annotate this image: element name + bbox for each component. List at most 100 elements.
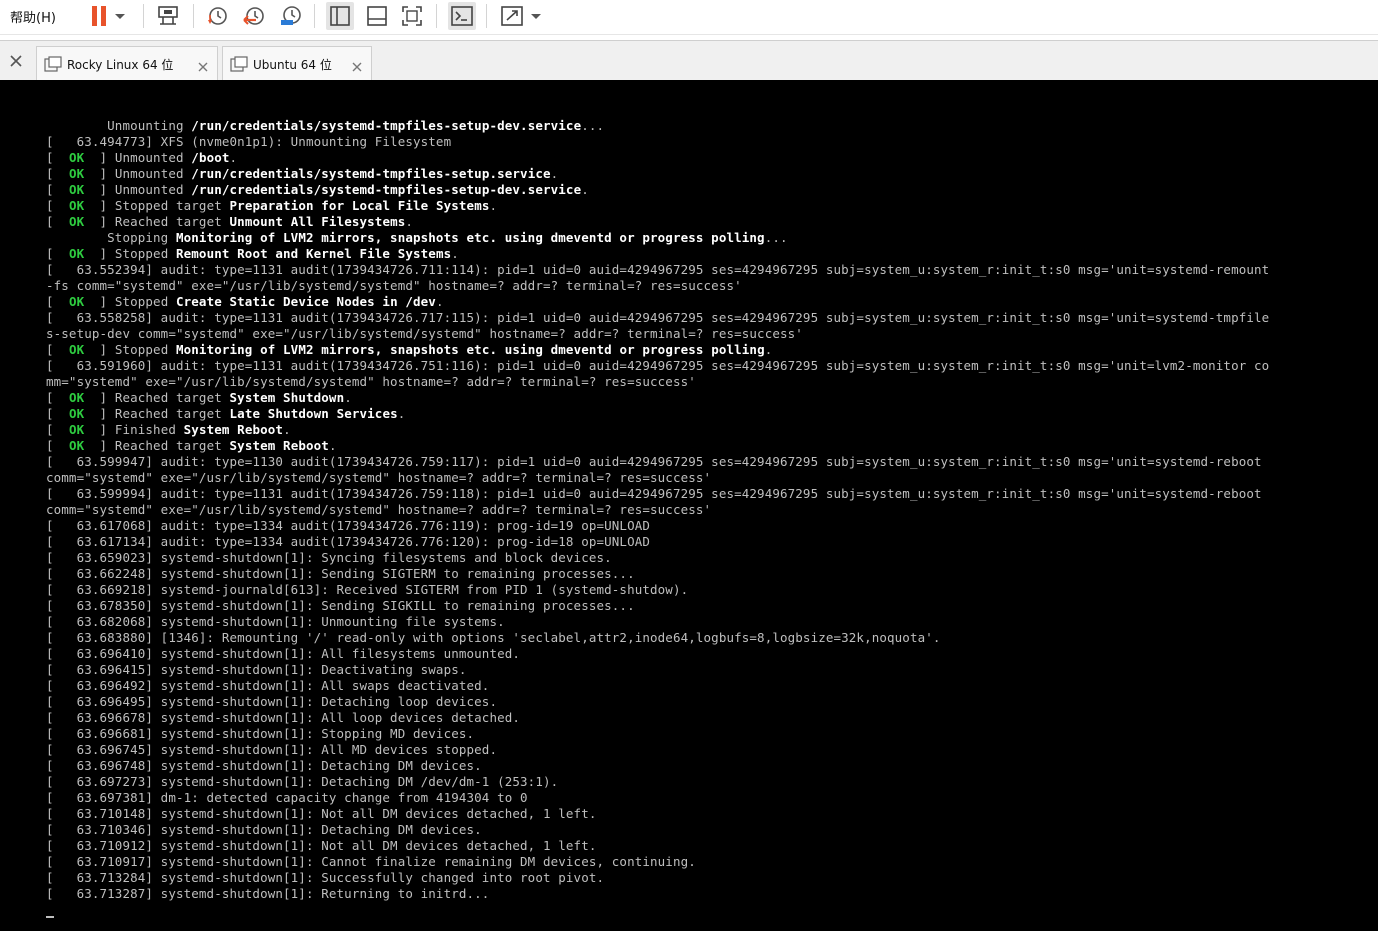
console-line: [ OK ] Stopped Remount Root and Kernel F… xyxy=(46,246,459,261)
vm-tabbar: Rocky Linux 64 位 Ubuntu 64 位 xyxy=(0,40,1378,81)
console-line: [ 63.617068] audit: type=1334 audit(1739… xyxy=(46,518,1269,534)
console-text: Stopped xyxy=(107,246,176,261)
console-text: [ 63.683880] [1346]: Remounting '/' read… xyxy=(46,630,941,645)
ok-status: OK xyxy=(53,342,100,357)
console-line: [ 63.710148] systemd-shutdown[1]: Not al… xyxy=(46,806,1269,822)
console-text: Stopped xyxy=(107,294,176,309)
ok-status: OK xyxy=(53,246,100,261)
console-highlight: /run/credentials/systemd-tmpfiles-setup.… xyxy=(191,166,551,181)
ok-status: OK xyxy=(53,438,100,453)
console-text: . xyxy=(451,246,459,261)
console-text: [ 63.696495] systemd-shutdown[1]: Detach… xyxy=(46,694,498,709)
console-text: Stopped xyxy=(107,342,176,357)
fullscreen-icon[interactable] xyxy=(398,2,426,30)
console-text: Unmounting xyxy=(46,118,192,133)
console-text: [ 63.697273] systemd-shutdown[1]: Detach… xyxy=(46,774,559,789)
tab-label: Ubuntu 64 位 xyxy=(253,58,332,72)
console-line: [ 63.662248] systemd-shutdown[1]: Sendin… xyxy=(46,566,1269,582)
console-text: . xyxy=(397,406,406,421)
console-line: mm="systemd" exe="/usr/lib/systemd/syste… xyxy=(46,374,1269,390)
console-line: [ OK ] Unmounted /run/credentials/system… xyxy=(46,182,589,197)
console-line: [ 63.710912] systemd-shutdown[1]: Not al… xyxy=(46,838,1269,854)
console-text: [ 63.697381] dm-1: detected capacity cha… xyxy=(46,790,528,805)
console-line: [ OK ] Unmounted /boot. xyxy=(46,150,238,165)
console-text: [ 63.678350] systemd-shutdown[1]: Sendin… xyxy=(46,598,635,613)
console-line: [ 63.678350] systemd-shutdown[1]: Sendin… xyxy=(46,598,1269,614)
console-line: [ 63.494773] XFS (nvme0n1p1): Unmounting… xyxy=(46,134,1269,150)
vm-toolbar: 帮助(H) xyxy=(0,0,1378,35)
console-line: [ 63.599994] audit: type=1131 audit(1739… xyxy=(46,486,1269,502)
console-text: s-setup-dev comm="systemd" exe="/usr/lib… xyxy=(46,326,803,341)
console-text: [ 63.696492] systemd-shutdown[1]: All sw… xyxy=(46,678,490,693)
tab-ubuntu[interactable]: Ubuntu 64 位 xyxy=(222,46,372,81)
console-text: [ 63.599947] audit: type=1130 audit(1739… xyxy=(46,454,1262,469)
console-text: . xyxy=(229,150,238,165)
hide-tabs-icon[interactable] xyxy=(363,2,391,30)
console-line: comm="systemd" exe="/usr/lib/systemd/sys… xyxy=(46,502,1269,518)
console-text: Reached target xyxy=(107,438,230,453)
text-cursor xyxy=(46,916,54,918)
snapshot-icon[interactable] xyxy=(203,2,231,30)
console-text: [ 63.558258] audit: type=1131 audit(1739… xyxy=(46,310,1270,325)
dropdown-arrow-icon[interactable] xyxy=(112,2,128,30)
console-text: [ 63.669218] systemd-journald[613]: Rece… xyxy=(46,582,689,597)
ok-status: OK xyxy=(53,406,100,421)
console-line: [ 63.697381] dm-1: detected capacity cha… xyxy=(46,790,1269,806)
console-text: Unmounted xyxy=(107,182,192,197)
console-text: [ 63.713287] systemd-shutdown[1]: Return… xyxy=(46,886,490,901)
console-text: [ 63.696415] systemd-shutdown[1]: Deacti… xyxy=(46,662,467,677)
console-line: [ 63.696495] systemd-shutdown[1]: Detach… xyxy=(46,694,1269,710)
console-text: [ 63.713284] systemd-shutdown[1]: Succes… xyxy=(46,870,605,885)
console-line: [ 63.599947] audit: type=1130 audit(1739… xyxy=(46,454,1269,470)
close-icon[interactable] xyxy=(197,58,209,72)
console-highlight: /boot xyxy=(191,150,230,165)
vm-console[interactable]: Unmounting /run/credentials/systemd-tmpf… xyxy=(0,80,1378,931)
revert-snapshot-icon[interactable] xyxy=(240,2,268,30)
console-line: [ 63.552394] audit: type=1131 audit(1739… xyxy=(46,262,1269,278)
console-line: Unmounting /run/credentials/systemd-tmpf… xyxy=(46,118,1269,134)
console-line: [ 63.591960] audit: type=1131 audit(1739… xyxy=(46,358,1269,374)
pause-icon[interactable] xyxy=(86,2,114,30)
console-line: [ OK ] Reached target Unmount All Filesy… xyxy=(46,214,414,229)
console-view-icon[interactable] xyxy=(448,2,476,30)
console-text: [ 63.662248] systemd-shutdown[1]: Sendin… xyxy=(46,566,635,581)
stretch-dropdown-icon[interactable] xyxy=(528,2,544,30)
console-line: -fs comm="systemd" exe="/usr/lib/systemd… xyxy=(46,278,1269,294)
console-text: . xyxy=(435,294,444,309)
console-text: Reached target xyxy=(107,406,230,421)
library-icon[interactable] xyxy=(326,2,354,30)
snapshot-manager-icon[interactable] xyxy=(277,2,305,30)
console-highlight: Create Static Device Nodes in /dev xyxy=(176,294,436,309)
toolbar-divider xyxy=(436,4,437,28)
ok-status: OK xyxy=(53,182,100,197)
console-line: s-setup-dev comm="systemd" exe="/usr/lib… xyxy=(46,326,1269,342)
console-highlight: Monitoring of LVM2 mirrors, snapshots et… xyxy=(176,342,765,357)
console-line: [ 63.682068] systemd-shutdown[1]: Unmoun… xyxy=(46,614,1269,630)
close-icon[interactable] xyxy=(8,53,24,69)
console-line: Stopping Monitoring of LVM2 mirrors, sna… xyxy=(46,230,1269,246)
tab-label: Rocky Linux 64 位 xyxy=(67,58,174,72)
console-line: [ 63.696492] systemd-shutdown[1]: All sw… xyxy=(46,678,1269,694)
console-text: [ 63.696681] systemd-shutdown[1]: Stoppi… xyxy=(46,726,475,741)
console-line: [ OK ] Stopped target Preparation for Lo… xyxy=(46,198,498,213)
close-icon[interactable] xyxy=(351,58,363,72)
console-line: [ 63.696678] systemd-shutdown[1]: All lo… xyxy=(46,710,1269,726)
console-line: [ 63.696748] systemd-shutdown[1]: Detach… xyxy=(46,758,1269,774)
console-text: [ 63.682068] systemd-shutdown[1]: Unmoun… xyxy=(46,614,505,629)
send-keys-icon[interactable] xyxy=(154,2,182,30)
console-text: [ 63.696410] systemd-shutdown[1]: All fi… xyxy=(46,646,521,661)
console-line: [ 63.696745] systemd-shutdown[1]: All MD… xyxy=(46,742,1269,758)
stretch-icon[interactable] xyxy=(498,2,526,30)
toolbar-divider xyxy=(193,4,194,28)
tab-rocky-linux[interactable]: Rocky Linux 64 位 xyxy=(36,46,218,81)
ok-status: OK xyxy=(53,166,100,181)
console-text: [ 63.591960] audit: type=1131 audit(1739… xyxy=(46,358,1270,373)
console-line: [ 63.669218] systemd-journald[613]: Rece… xyxy=(46,582,1269,598)
console-line: [ OK ] Stopped Monitoring of LVM2 mirror… xyxy=(46,342,773,357)
console-text: [ 63.710148] systemd-shutdown[1]: Not al… xyxy=(46,806,597,821)
help-menu[interactable]: 帮助(H) xyxy=(10,7,56,26)
console-text: [ 63.710917] systemd-shutdown[1]: Cannot… xyxy=(46,854,696,869)
console-line: [ OK ] Reached target System Reboot. xyxy=(46,438,337,453)
console-text: mm="systemd" exe="/usr/lib/systemd/syste… xyxy=(46,374,696,389)
console-text: [ 63.552394] audit: type=1131 audit(1739… xyxy=(46,262,1270,277)
